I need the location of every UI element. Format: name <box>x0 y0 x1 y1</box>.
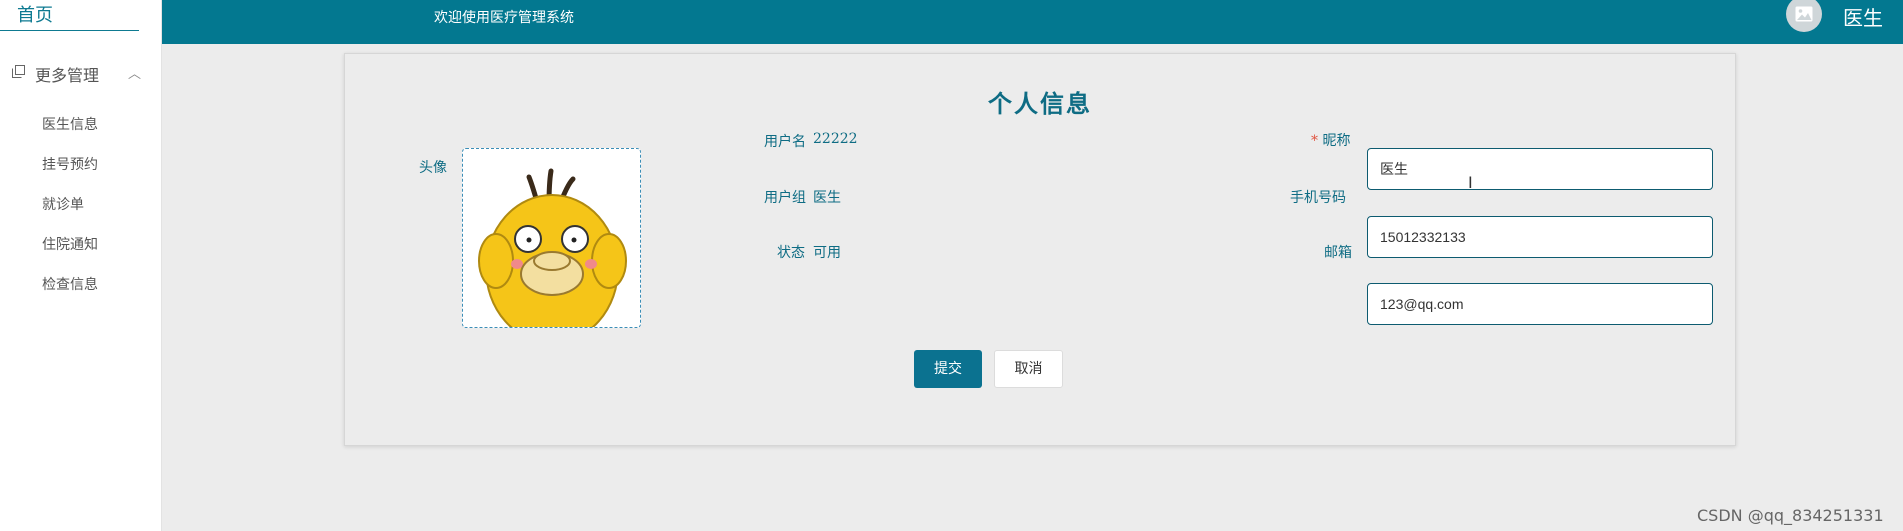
sidebar: 首页 更多管理 ︿ 医生信息 挂号预约 就诊单 住院通知 检查信息 <box>0 0 162 531</box>
user-name[interactable]: 医生 <box>1843 2 1883 31</box>
user-avatar[interactable] <box>1786 0 1822 32</box>
status-value: 可用 <box>813 245 841 261</box>
usergroup-label: 用户组 <box>764 190 806 206</box>
text-cursor-icon: I <box>1468 173 1473 192</box>
username-label: 用户名 <box>764 134 806 150</box>
phone-input[interactable]: 15012332133 <box>1367 216 1713 258</box>
sidebar-item-appointment[interactable]: 挂号预约 <box>42 154 98 174</box>
usergroup-value: 医生 <box>813 190 841 206</box>
chevron-up-icon: ︿ <box>128 67 142 82</box>
nickname-label: * 昵称 <box>1311 130 1350 150</box>
phone-label: 手机号码 <box>1290 190 1346 206</box>
email-label: 邮箱 <box>1324 245 1352 261</box>
required-asterisk: * <box>1311 133 1323 149</box>
profile-card: 个人信息 头像 用户名 22222 用户组 医生 状态 可用 * 昵称 医生 手… <box>344 53 1736 446</box>
nickname-input[interactable]: 医生 <box>1367 148 1713 190</box>
username-value: 22222 <box>813 131 858 147</box>
email-input[interactable]: 123@qq.com <box>1367 283 1713 325</box>
nickname-label-text: 昵称 <box>1322 133 1351 149</box>
sidebar-item-examination[interactable]: 检查信息 <box>42 274 98 294</box>
psyduck-avatar-image <box>478 168 627 327</box>
home-tab[interactable]: 首页 <box>0 0 139 31</box>
menu-group-more-management[interactable]: 更多管理 ︿ <box>0 61 160 85</box>
submit-button[interactable]: 提交 <box>914 350 982 388</box>
sidebar-item-doctor-info[interactable]: 医生信息 <box>42 114 98 134</box>
page-title: 个人信息 <box>988 89 1092 118</box>
avatar-label: 头像 <box>419 160 447 176</box>
sidebar-item-visit-record[interactable]: 就诊单 <box>42 194 84 214</box>
cancel-button[interactable]: 取消 <box>994 350 1063 388</box>
watermark: CSDN @qq_834251331 <box>1697 506 1884 525</box>
avatar-upload[interactable] <box>462 148 641 328</box>
home-tab-label: 首页 <box>17 5 53 26</box>
copy-icon <box>12 65 25 78</box>
image-icon <box>1795 6 1813 22</box>
sidebar-item-hospitalization[interactable]: 住院通知 <box>42 234 98 254</box>
menu-group-label: 更多管理 <box>35 66 100 85</box>
status-label: 状态 <box>777 245 805 261</box>
welcome-text: 欢迎使用医疗管理系统 <box>434 10 574 26</box>
top-bar: 欢迎使用医疗管理系统 医生 <box>162 0 1903 44</box>
